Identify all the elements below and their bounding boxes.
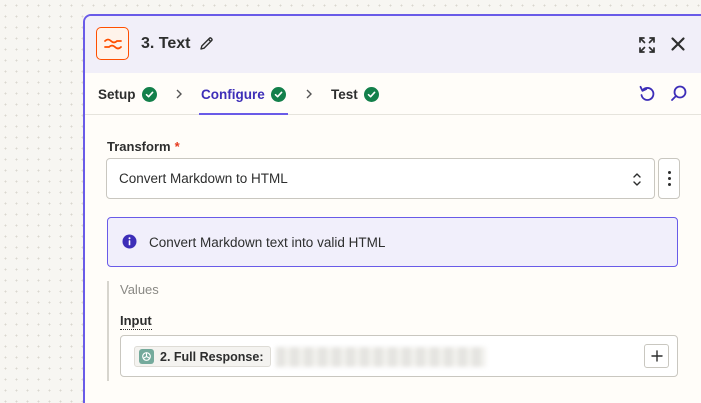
undo-icon[interactable] [638, 84, 656, 107]
check-circle-icon [141, 86, 157, 102]
transform-select-value: Convert Markdown to HTML [119, 171, 288, 186]
tab-test[interactable]: Test [331, 73, 379, 115]
values-divider [107, 281, 109, 381]
mapped-field-pill[interactable]: 2. Full Response: [134, 346, 271, 367]
step-title[interactable]: 3. Text [141, 35, 191, 53]
tab-label: Setup [98, 86, 136, 102]
info-text: Convert Markdown text into valid HTML [149, 235, 386, 250]
check-circle-icon [270, 86, 286, 102]
plus-icon[interactable] [644, 344, 669, 368]
info-banner: Convert Markdown text into valid HTML [107, 217, 678, 267]
close-icon[interactable] [670, 36, 686, 57]
chevron-right-icon [305, 87, 313, 105]
transform-label-text: Transform [107, 139, 171, 154]
transform-select[interactable]: Convert Markdown to HTML [106, 158, 655, 199]
search-icon[interactable] [670, 84, 688, 107]
transform-label: Transform * [107, 139, 180, 154]
redacted-value [276, 347, 486, 367]
step-panel: 3. Text Setup Configure Test Transform *… [83, 14, 701, 403]
step-header: 3. Text [85, 16, 701, 73]
chevron-right-icon [175, 87, 183, 105]
chatgpt-icon [139, 349, 154, 364]
pencil-icon[interactable] [199, 36, 214, 56]
expand-icon[interactable] [638, 36, 656, 59]
required-marker: * [174, 139, 180, 154]
tab-configure[interactable]: Configure [199, 73, 288, 115]
mapped-field-label: 2. Full Response: [160, 349, 264, 364]
kebab-icon[interactable] [658, 158, 680, 199]
values-section-title: Values [120, 282, 159, 297]
chevron-up-down-icon [632, 172, 642, 190]
step-tabs: Setup Configure Test [85, 73, 701, 115]
tab-setup[interactable]: Setup [98, 73, 157, 115]
input-field[interactable]: 2. Full Response: [120, 335, 678, 377]
text-formatter-icon [96, 27, 129, 60]
tab-label: Configure [201, 86, 265, 102]
tab-label: Test [331, 86, 358, 102]
info-icon [122, 234, 137, 254]
input-label: Input [120, 313, 152, 330]
check-circle-icon [363, 86, 379, 102]
